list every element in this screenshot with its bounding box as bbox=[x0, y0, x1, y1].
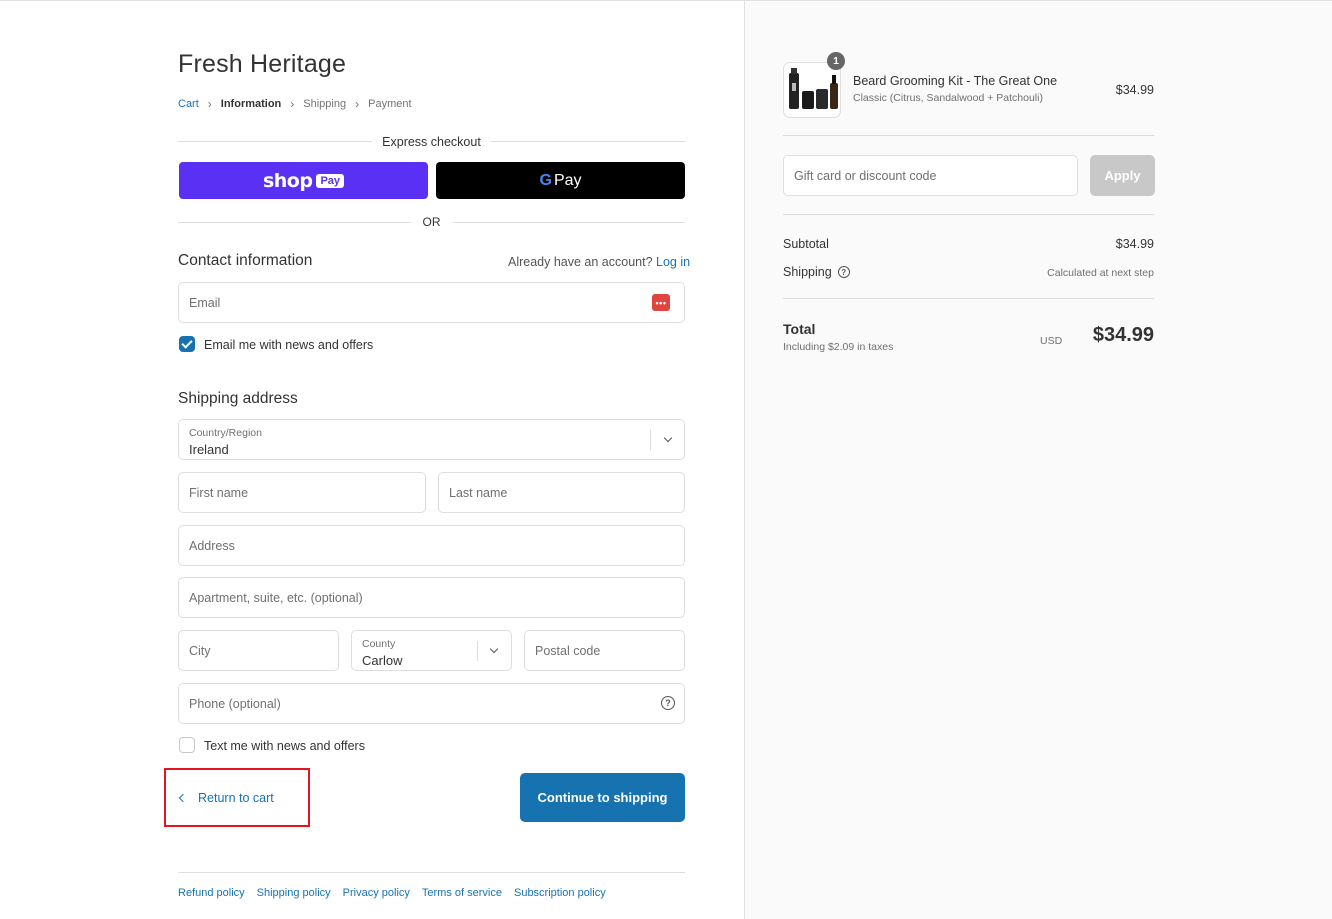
refund-policy-link[interactable]: Refund policy bbox=[178, 887, 245, 899]
breadcrumb: Cart › Information › Shipping › Payment bbox=[178, 97, 412, 111]
chevron-down-icon bbox=[663, 433, 673, 443]
phone-placeholder: Phone (optional) bbox=[189, 696, 281, 711]
divider bbox=[783, 214, 1154, 215]
breadcrumb-shipping: Shipping bbox=[303, 98, 347, 110]
shipping-heading: Shipping address bbox=[178, 390, 298, 407]
city-placeholder: City bbox=[189, 643, 211, 658]
apartment-placeholder: Apartment, suite, etc. (optional) bbox=[189, 590, 363, 605]
account-prompt: Already have an account? Log in bbox=[508, 255, 690, 269]
shipping-row-label: Shipping ? bbox=[783, 265, 850, 279]
county-label: County bbox=[362, 638, 396, 650]
google-g-icon: G bbox=[539, 171, 552, 189]
country-label: Country/Region bbox=[189, 427, 262, 439]
google-pay-button[interactable]: G Pay bbox=[436, 162, 685, 199]
address-field[interactable]: Address bbox=[178, 525, 685, 566]
order-summary-panel bbox=[744, 1, 1332, 919]
divider bbox=[783, 298, 1154, 299]
return-to-cart-label: Return to cart bbox=[198, 791, 274, 805]
subtotal-label: Subtotal bbox=[783, 237, 829, 251]
email-news-checkbox[interactable] bbox=[179, 336, 195, 352]
footer-links: Refund policy Shipping policy Privacy po… bbox=[178, 887, 606, 899]
quantity-badge: 1 bbox=[827, 52, 845, 70]
apartment-field[interactable]: Apartment, suite, etc. (optional) bbox=[178, 577, 685, 618]
privacy-policy-link[interactable]: Privacy policy bbox=[343, 887, 410, 899]
store-title[interactable]: Fresh Heritage bbox=[178, 50, 346, 79]
total-label: Total bbox=[783, 321, 816, 337]
total-value: $34.99 bbox=[1092, 324, 1154, 346]
subtotal-value: $34.99 bbox=[1115, 237, 1154, 251]
chevron-right-icon: › bbox=[207, 97, 212, 111]
login-link[interactable]: Log in bbox=[656, 255, 690, 269]
postal-code-placeholder: Postal code bbox=[535, 643, 601, 658]
return-to-cart-link[interactable]: Return to cart bbox=[178, 791, 274, 805]
discount-code-field[interactable]: Gift card or discount code bbox=[783, 155, 1078, 196]
product-name: Beard Grooming Kit - The Great One bbox=[853, 74, 1058, 88]
help-icon[interactable]: ? bbox=[661, 696, 675, 710]
tax-note: Including $2.09 in taxes bbox=[783, 341, 894, 353]
contact-heading: Contact information bbox=[178, 252, 313, 269]
shipping-policy-link[interactable]: Shipping policy bbox=[257, 887, 331, 899]
email-field[interactable]: Email bbox=[178, 282, 685, 323]
sms-news-checkbox[interactable] bbox=[179, 737, 195, 753]
postal-code-field[interactable]: Postal code bbox=[524, 630, 685, 671]
first-name-field[interactable]: First name bbox=[178, 472, 426, 513]
product-image bbox=[789, 68, 838, 109]
google-pay-label: Pay bbox=[553, 171, 582, 189]
shop-pay-logo: shop bbox=[262, 169, 313, 192]
breadcrumb-cart[interactable]: Cart bbox=[178, 98, 199, 110]
account-prompt-text: Already have an account? bbox=[508, 255, 653, 269]
shipping-label: Shipping bbox=[783, 265, 832, 279]
chevron-left-icon bbox=[178, 793, 188, 803]
shipping-value: Calculated at next step bbox=[1047, 267, 1154, 279]
chevron-down-icon bbox=[489, 644, 499, 654]
address-placeholder: Address bbox=[189, 538, 235, 553]
product-price: $34.99 bbox=[1115, 83, 1154, 97]
country-select[interactable]: Country/Region Ireland bbox=[178, 419, 685, 460]
first-name-placeholder: First name bbox=[189, 485, 249, 500]
footer-divider bbox=[178, 872, 685, 873]
discount-code-placeholder: Gift card or discount code bbox=[794, 168, 937, 183]
email-placeholder: Email bbox=[189, 295, 221, 310]
product-variant: Classic (Citrus, Sandalwood + Patchouli) bbox=[853, 92, 1043, 104]
county-select[interactable]: County Carlow bbox=[351, 630, 512, 671]
divider bbox=[783, 135, 1154, 136]
currency-code: USD bbox=[1040, 335, 1063, 347]
or-divider-label: OR bbox=[410, 215, 453, 229]
sms-news-label: Text me with news and offers bbox=[204, 739, 365, 753]
product-thumbnail bbox=[783, 62, 841, 118]
express-checkout-heading-wrap: Express checkout bbox=[178, 135, 685, 149]
country-value: Ireland bbox=[189, 442, 229, 457]
select-separator bbox=[477, 641, 478, 661]
chevron-right-icon: › bbox=[290, 97, 295, 111]
express-checkout-heading: Express checkout bbox=[372, 135, 491, 149]
city-field[interactable]: City bbox=[178, 630, 339, 671]
apply-button[interactable]: Apply bbox=[1090, 155, 1155, 196]
select-separator bbox=[650, 430, 651, 450]
shop-pay-button[interactable]: shop Pay bbox=[179, 162, 428, 199]
breadcrumb-information: Information bbox=[220, 98, 282, 110]
chevron-right-icon: › bbox=[355, 97, 360, 111]
phone-field[interactable]: Phone (optional) bbox=[178, 683, 685, 724]
email-news-label: Email me with news and offers bbox=[204, 338, 374, 352]
terms-of-service-link[interactable]: Terms of service bbox=[422, 887, 502, 899]
or-divider-wrap: OR bbox=[178, 215, 685, 229]
last-name-placeholder: Last name bbox=[449, 485, 508, 500]
last-name-field[interactable]: Last name bbox=[438, 472, 685, 513]
breadcrumb-payment: Payment bbox=[368, 98, 412, 110]
county-value: Carlow bbox=[362, 653, 403, 668]
password-manager-icon[interactable]: ••• bbox=[652, 294, 670, 311]
continue-to-shipping-button[interactable]: Continue to shipping bbox=[520, 773, 685, 822]
shop-pay-badge: Pay bbox=[316, 173, 345, 188]
info-icon[interactable]: ? bbox=[837, 266, 850, 278]
subscription-policy-link[interactable]: Subscription policy bbox=[514, 887, 606, 899]
